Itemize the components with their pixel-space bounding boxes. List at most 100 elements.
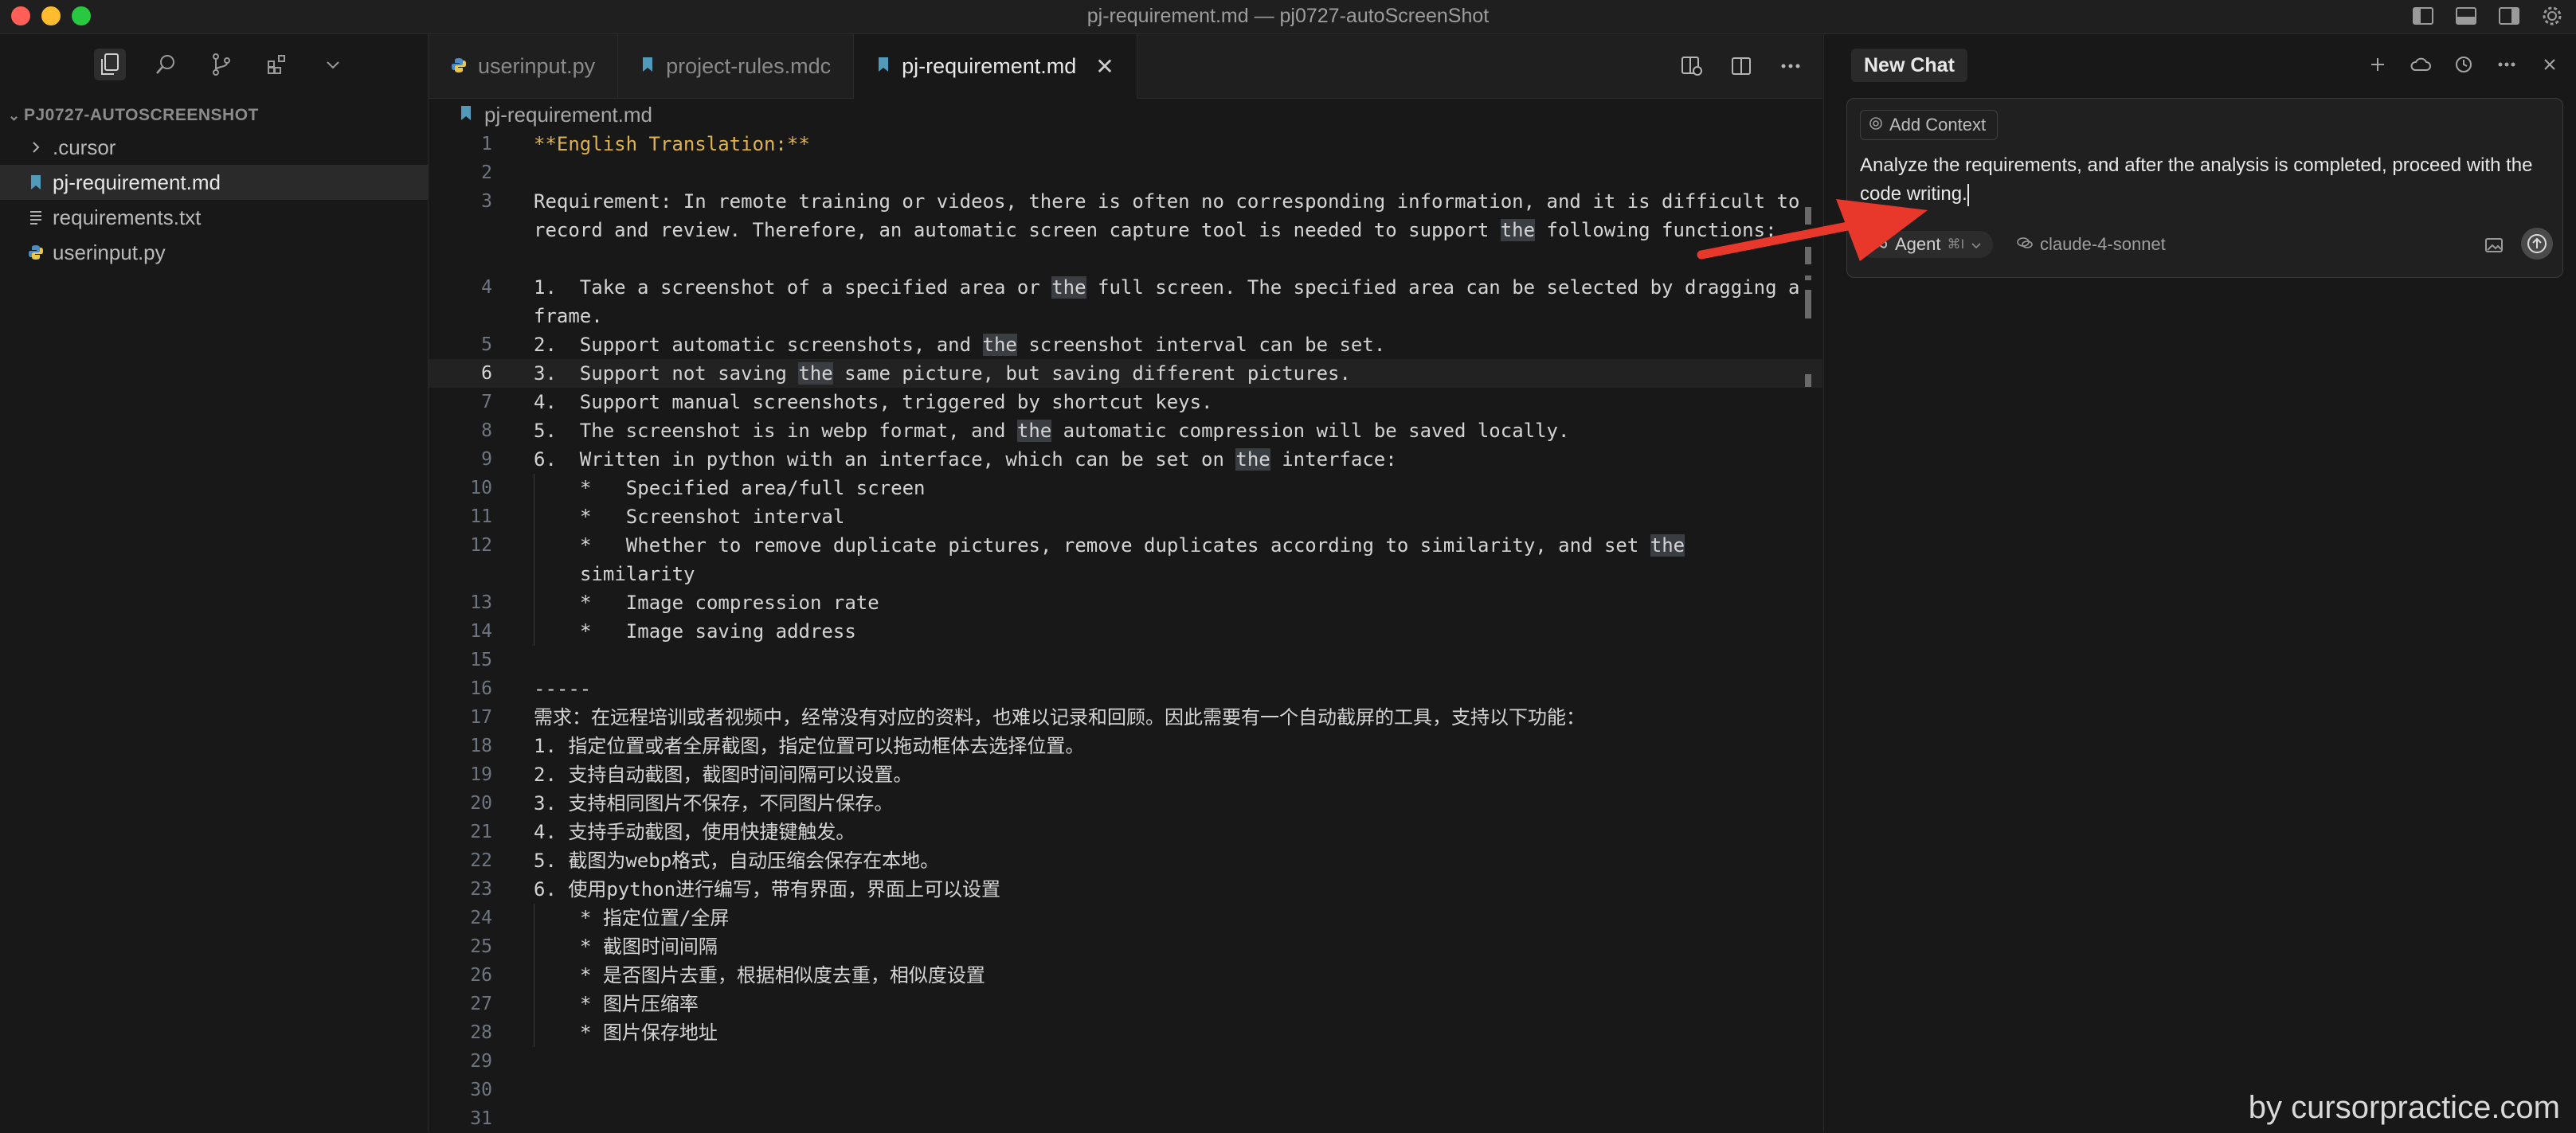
model-selector[interactable]: claude-4-sonnet: [2016, 231, 2166, 258]
open-preview-icon[interactable]: [1679, 53, 1705, 79]
tree-item-requirements-txt[interactable]: requirements.txt: [0, 200, 428, 235]
code-line-text: * 截图时间间隔: [580, 936, 718, 958]
explorer-files-icon[interactable]: [94, 49, 126, 80]
code-line[interactable]: 8 5. The screenshot is in webp format, an…: [429, 416, 1822, 445]
line-number: 12: [470, 535, 492, 556]
tab-label: project-rules.mdc: [666, 53, 832, 78]
attach-image-icon[interactable]: [2481, 232, 2507, 258]
close-icon[interactable]: [2537, 52, 2562, 77]
code-line[interactable]: 30: [429, 1076, 1822, 1104]
chat-input-box[interactable]: Add Context Analyze the requirements, an…: [1846, 98, 2563, 278]
code-line-text: 6. Written in python with an interface, …: [534, 448, 1397, 471]
line-number: 6: [481, 363, 492, 384]
add-context-button[interactable]: Add Context: [1860, 110, 1999, 140]
model-chat-icon: [2016, 231, 2034, 258]
code-line[interactable]: 25 * 截图时间间隔: [429, 932, 1822, 961]
code-line[interactable]: 22 5. 截图为webp格式，自动压缩会保存在本地。: [429, 846, 1822, 875]
source-control-icon[interactable]: [206, 49, 237, 80]
code-line-text: 4. Support manual screenshots, triggered…: [534, 391, 1213, 413]
extensions-icon[interactable]: [261, 49, 293, 80]
code-line[interactable]: 9 6. Written in python with an interface,…: [429, 445, 1822, 474]
line-number: 13: [470, 592, 492, 613]
code-line[interactable]: 21 4. 支持手动截图，使用快捷键触发。: [429, 818, 1822, 846]
code-line[interactable]: 19 2. 支持自动截图，截图时间间隔可以设置。: [429, 760, 1822, 789]
line-number: 4: [481, 277, 492, 298]
tab-project-rules[interactable]: project-rules.mdc: [618, 34, 855, 98]
history-icon[interactable]: [2451, 52, 2476, 77]
code-line[interactable]: 16 -----: [429, 674, 1822, 703]
line-number: 2: [481, 162, 492, 183]
chat-prompt-textarea[interactable]: Analyze the requirements, and after the …: [1860, 151, 2545, 209]
chevron-down-icon: [1971, 231, 1982, 258]
editor-area: userinput.py project-rules.mdc pj-requir…: [429, 34, 1822, 1132]
close-tab-icon[interactable]: ✕: [1095, 53, 1114, 80]
code-line[interactable]: 3 Requirement: In remote training or vide…: [429, 187, 1822, 273]
code-line[interactable]: 7 4. Support manual screenshots, triggere…: [429, 388, 1822, 416]
code-line[interactable]: 27 * 图片压缩率: [429, 990, 1822, 1018]
toggle-secondary-sidebar-icon[interactable]: [2496, 4, 2522, 28]
word-highlight: the: [1016, 420, 1052, 442]
sidebar-toolbar: [0, 34, 428, 84]
code-line[interactable]: 1 **English Translation:**: [429, 130, 1822, 158]
code-line[interactable]: 14 * Image saving address: [429, 617, 1822, 646]
code-line[interactable]: 15: [429, 646, 1822, 674]
code-line[interactable]: 18 1. 指定位置或者全屏截图，指定位置可以拖动框体去选择位置。: [429, 732, 1822, 760]
tab-pj-requirement[interactable]: pj-requirement.md ✕: [854, 34, 1137, 99]
code-line-text: 2. Support automatic screenshots, and th…: [534, 334, 1386, 356]
split-editor-icon[interactable]: [1728, 53, 1754, 79]
code-line[interactable]: 12 * Whether to remove duplicate pictures…: [429, 531, 1822, 588]
chevron-down-icon[interactable]: [317, 49, 349, 80]
code-line[interactable]: 4 1. Take a screenshot of a specified are…: [429, 273, 1822, 330]
tree-item-label: userinput.py: [53, 240, 166, 264]
explorer-folder-header[interactable]: ⌄ PJ0727-AUTOSCREENSHOT: [0, 101, 428, 130]
word-highlight: the: [1235, 448, 1270, 471]
code-line-text: 1. Take a screenshot of a specified area…: [534, 276, 1811, 327]
line-number: 23: [470, 879, 492, 900]
window-title: pj-requirement.md — pj0727-autoScreenSho…: [1086, 5, 1490, 27]
code-line[interactable]: 6 3. Support not saving the same picture,…: [429, 359, 1822, 388]
breadcrumb[interactable]: pj-requirement.md: [429, 99, 1822, 131]
tree-item-cursor-folder[interactable]: .cursor: [0, 130, 428, 165]
code-line[interactable]: 26 * 是否图片去重，根据相似度去重，相似度设置: [429, 961, 1822, 990]
code-line[interactable]: 2: [429, 158, 1822, 187]
toggle-panel-icon[interactable]: [2453, 4, 2479, 28]
code-line[interactable]: 23 6. 使用python进行编写，带有界面，界面上可以设置: [429, 875, 1822, 904]
toggle-primary-sidebar-icon[interactable]: [2410, 4, 2436, 28]
python-file-icon: [451, 54, 467, 79]
settings-gear-icon[interactable]: [2539, 4, 2565, 28]
tree-item-userinput-py[interactable]: userinput.py: [0, 235, 428, 270]
code-line[interactable]: 31: [429, 1104, 1822, 1133]
code-line[interactable]: 29: [429, 1047, 1822, 1076]
code-line[interactable]: 28 * 图片保存地址: [429, 1018, 1822, 1047]
markdown-file-icon: [876, 54, 891, 79]
code-line[interactable]: 20 3. 支持相同图片不保存，不同图片保存。: [429, 789, 1822, 818]
line-number: 14: [470, 621, 492, 642]
code-line[interactable]: 24 * 指定位置/全屏: [429, 904, 1822, 932]
code-line[interactable]: 5 2. Support automatic screenshots, and t…: [429, 330, 1822, 359]
line-number: 11: [470, 506, 492, 527]
line-number: 20: [470, 793, 492, 814]
plus-icon[interactable]: [2365, 52, 2390, 77]
word-highlight: the: [798, 362, 833, 385]
code-view[interactable]: 1 **English Translation:** 2 3 Requirement: …: [429, 130, 1822, 1133]
more-actions-icon[interactable]: [1778, 53, 1803, 79]
more-options-icon[interactable]: [2494, 52, 2519, 77]
chevron-right-icon: [25, 140, 46, 154]
line-number: 16: [470, 678, 492, 699]
send-button[interactable]: [2521, 228, 2553, 260]
tree-item-pj-requirement[interactable]: pj-requirement.md: [0, 165, 428, 200]
code-line[interactable]: 10 * Specified area/full screen: [429, 474, 1822, 502]
chat-tab-new-chat[interactable]: New Chat: [1851, 49, 1967, 82]
search-icon[interactable]: [150, 49, 182, 80]
code-line-text: 1. 指定位置或者全屏截图，指定位置可以拖动框体去选择位置。: [534, 735, 1085, 757]
code-line[interactable]: 13 * Image compression rate: [429, 588, 1822, 617]
code-line-text: -----: [534, 678, 592, 700]
text-cursor: [1967, 183, 1969, 206]
line-number: 7: [481, 392, 492, 412]
model-label: claude-4-sonnet: [2040, 234, 2166, 254]
text-file-icon: [25, 209, 46, 225]
code-line[interactable]: 17 需求：在远程培训或者视频中，经常没有对应的资料，也难以记录和回顾。因此需要有…: [429, 703, 1822, 732]
cloud-icon[interactable]: [2408, 52, 2433, 77]
tab-userinput-py[interactable]: userinput.py: [429, 34, 619, 98]
code-line[interactable]: 11 * Screenshot interval: [429, 502, 1822, 531]
